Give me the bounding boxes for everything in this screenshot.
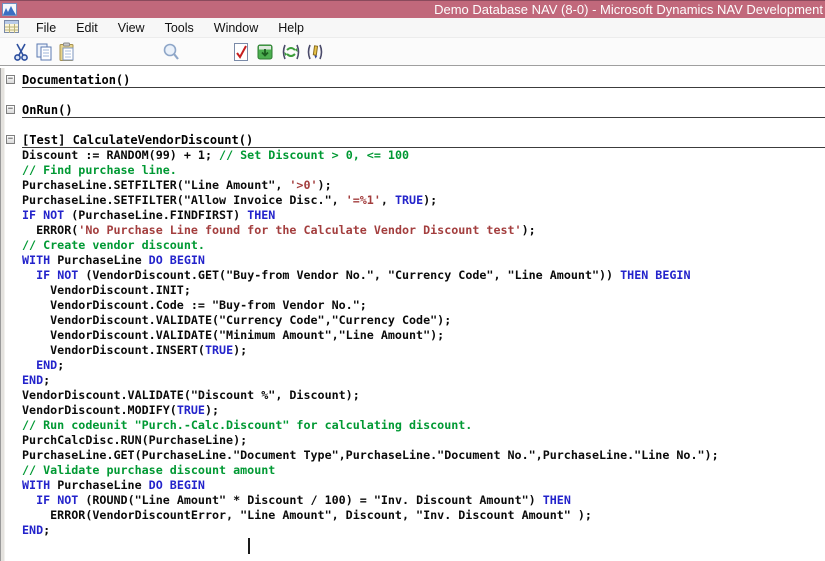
code-area: −Documentation() −OnRun() −[Test] Calculat… <box>22 73 825 553</box>
symbol-edit-icon[interactable] <box>304 41 326 63</box>
section-header: −[Test] CalculateVendorDiscount() <box>22 133 825 148</box>
code-line[interactable]: PurchaseLine.GET(PurchaseLine."Document … <box>22 448 825 463</box>
code-line[interactable]: // Run codeunit "Purch.-Calc.Discount" f… <box>22 418 825 433</box>
code-line[interactable]: IF NOT (PurchaseLine.FINDFIRST) THEN <box>22 208 825 223</box>
table-window-icon[interactable] <box>4 20 19 36</box>
collapse-toggle-icon[interactable]: − <box>6 135 15 144</box>
code-line[interactable]: // Create vendor discount. <box>22 238 825 253</box>
blank-line[interactable] <box>22 88 825 103</box>
code-editor[interactable]: −Documentation()−OnRun()−[Test] Calculat… <box>0 68 825 561</box>
code-line[interactable]: IF NOT (ROUND("Line Amount" * Discount /… <box>22 493 825 508</box>
nav-dev-environment-window: Demo Database NAV (8-0) - Microsoft Dyna… <box>0 0 825 561</box>
find-icon[interactable] <box>160 41 182 63</box>
section-header: −OnRun() <box>22 103 825 118</box>
blank-line[interactable] <box>22 118 825 133</box>
menu-edit[interactable]: Edit <box>66 18 108 38</box>
paste-icon[interactable] <box>56 41 78 63</box>
code-line[interactable]: VendorDiscount.Code := "Buy-from Vendor … <box>22 298 825 313</box>
copy-icon[interactable] <box>33 41 55 63</box>
menu-bar: File Edit View Tools Window Help <box>0 18 825 38</box>
menu-file[interactable]: File <box>26 18 66 38</box>
import-table-icon[interactable] <box>254 41 276 63</box>
code-line[interactable]: PurchaseLine.SETFILTER("Allow Invoice Di… <box>22 193 825 208</box>
section-header: −Documentation() <box>22 73 825 88</box>
code-line[interactable]: Discount := RANDOM(99) + 1; // Set Disco… <box>22 148 825 163</box>
code-line[interactable]: WITH PurchaseLine DO BEGIN <box>22 478 825 493</box>
code-line[interactable]: VendorDiscount.VALIDATE("Discount %", Di… <box>22 388 825 403</box>
code-line[interactable]: END; <box>22 373 825 388</box>
code-line[interactable] <box>22 538 825 553</box>
menu-tools[interactable]: Tools <box>155 18 204 38</box>
code-line[interactable]: ERROR('No Purchase Line found for the Ca… <box>22 223 825 238</box>
editor-left-margin <box>0 68 5 561</box>
section-title: OnRun() <box>22 103 73 117</box>
menu-view[interactable]: View <box>108 18 155 38</box>
code-line[interactable]: // Validate purchase discount amount <box>22 463 825 478</box>
code-line[interactable]: ERROR(VendorDiscountError, "Line Amount"… <box>22 508 825 523</box>
collapse-toggle-icon[interactable]: − <box>6 75 15 84</box>
code-line[interactable]: VendorDiscount.INSERT(TRUE); <box>22 343 825 358</box>
app-chart-icon[interactable] <box>2 3 17 16</box>
code-line[interactable]: // Find purchase line. <box>22 163 825 178</box>
code-line[interactable]: PurchaseLine.SETFILTER("Line Amount", '>… <box>22 178 825 193</box>
symbol-refresh-icon[interactable] <box>280 41 302 63</box>
code-line[interactable]: VendorDiscount.INIT; <box>22 283 825 298</box>
check-document-icon[interactable] <box>230 41 252 63</box>
menu-help[interactable]: Help <box>268 18 314 38</box>
text-caret <box>248 538 250 554</box>
cut-icon[interactable] <box>10 41 32 63</box>
section-title: Documentation() <box>22 73 130 87</box>
collapse-toggle-icon[interactable]: − <box>6 105 15 114</box>
code-line[interactable]: IF NOT (VendorDiscount.GET("Buy-from Ven… <box>22 268 825 283</box>
code-line[interactable]: VendorDiscount.VALIDATE("Minimum Amount"… <box>22 328 825 343</box>
code-line[interactable]: VendorDiscount.VALIDATE("Currency Code",… <box>22 313 825 328</box>
code-line[interactable]: END; <box>22 523 825 538</box>
code-line[interactable]: VendorDiscount.MODIFY(TRUE); <box>22 403 825 418</box>
code-line[interactable]: PurchCalcDisc.RUN(PurchaseLine); <box>22 433 825 448</box>
code-line[interactable]: WITH PurchaseLine DO BEGIN <box>22 253 825 268</box>
title-bar: Demo Database NAV (8-0) - Microsoft Dyna… <box>0 0 825 18</box>
window-title: Demo Database NAV (8-0) - Microsoft Dyna… <box>434 1 823 19</box>
menu-window[interactable]: Window <box>204 18 268 38</box>
code-line[interactable]: END; <box>22 358 825 373</box>
section-title: [Test] CalculateVendorDiscount() <box>22 133 253 147</box>
toolbar <box>0 38 825 66</box>
